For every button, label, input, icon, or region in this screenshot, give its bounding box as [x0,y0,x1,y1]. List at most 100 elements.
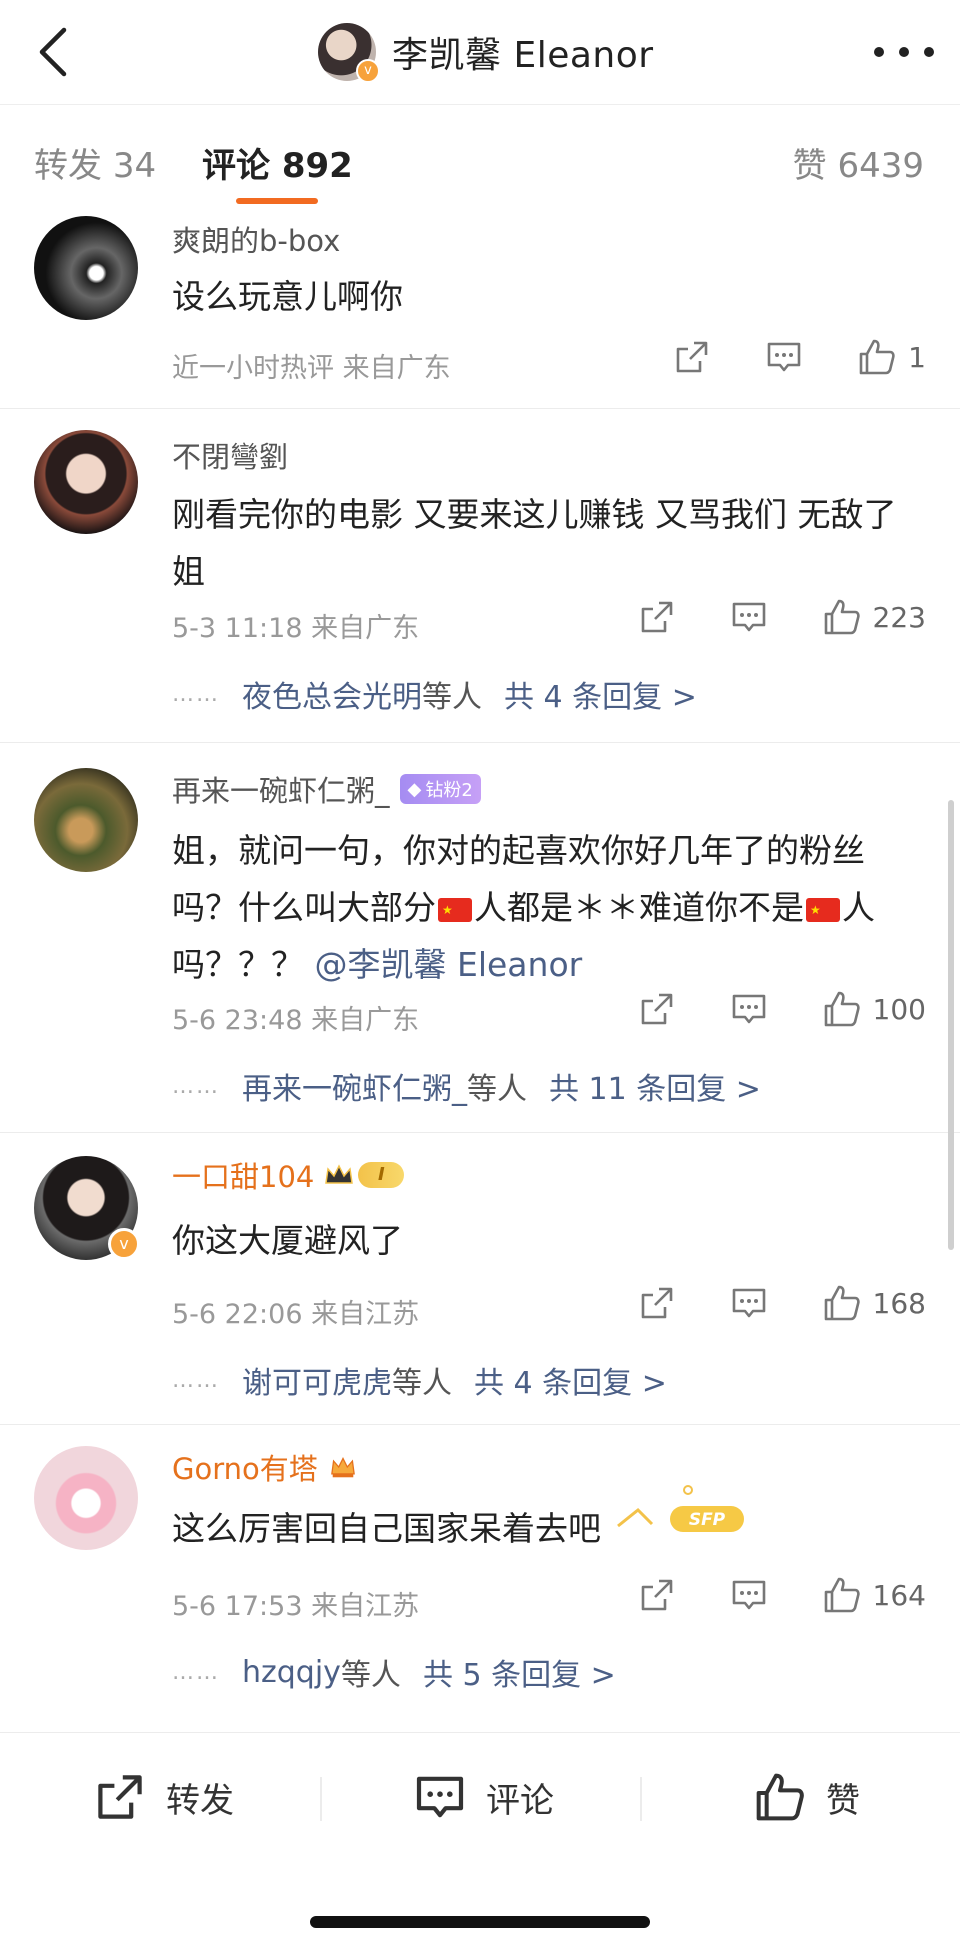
repost-action[interactable] [637,1575,677,1615]
comment-username[interactable]: 再来一碗虾仁粥_ ◆ 钻粉2 [172,768,481,810]
verified-badge-icon: v [356,59,380,83]
comment-action[interactable] [729,597,769,637]
tab-active-indicator [236,198,318,204]
comment-icon [732,1288,765,1318]
share-icon [641,1287,672,1319]
comment-action[interactable] [729,1575,769,1615]
comment-meta: 5-6 17:53 来自江苏 [172,1591,420,1622]
comment-icon [732,1580,765,1610]
comment-text: 这么厉害回自己国家呆着去吧 [172,1509,601,1548]
mention-link[interactable]: @李凯馨 Eleanor [315,945,583,984]
like-action[interactable]: 100 [821,988,926,1030]
repost-button[interactable]: 转发 [92,1769,234,1825]
like-count: 164 [872,1578,926,1612]
avatar[interactable] [34,768,138,872]
repost-action[interactable] [637,989,677,1029]
divider [320,1777,322,1821]
comment-username[interactable]: 一口甜104 I [172,1154,405,1196]
chevron-left-icon [39,27,67,77]
comment-button-label: 评论 [486,1780,554,1821]
like-action[interactable]: 1 [856,336,926,378]
reply-total[interactable]: 共 4 条回复 > [504,672,697,716]
reply-etc: 等人 [340,1658,401,1693]
comment-meta: 5-3 11:18 来自广东 [172,613,420,644]
bottom-action-bar: 转发 评论 赞 [0,1732,960,1863]
like-action[interactable]: 164 [821,1574,926,1616]
comment-actions: 168 [585,1282,926,1324]
reply-summary[interactable]: …… 夜色总会光明 等人 共 4 条回复 > [172,672,697,716]
avatar[interactable]: v [34,1156,140,1260]
member-badge: I [324,1162,405,1188]
back-button[interactable] [26,22,86,82]
fan-level-badge: ◆ 钻粉2 [399,774,481,804]
comment-item: 爽朗的b-box 设么玩意儿啊你 近一小时热评 来自广东 1 [0,212,960,409]
reply-etc: 等人 [392,1366,452,1401]
sticker-label: SFP [689,1510,726,1530]
repost-action[interactable] [637,597,677,637]
reply-summary[interactable]: …… hzqqjy 等人 共 5 条回复 > [172,1650,616,1694]
comment-item: v 一口甜104 I 你这大厦避风了 5-6 22:06 来自江苏 168 …… … [0,1132,960,1425]
page-title: 李凯馨 Eleanor [392,35,654,76]
comment-icon [732,994,765,1024]
thumbs-up-icon [824,1577,860,1613]
reply-user[interactable]: 夜色总会光明 [242,672,422,716]
thumbs-up-icon [824,1285,860,1321]
home-indicator[interactable] [310,1916,650,1928]
comment-action[interactable] [764,337,804,377]
divider [640,1777,642,1821]
tab-like[interactable]: 赞 6439 [793,138,924,187]
reply-user[interactable]: 谢可可虎虎 [242,1358,392,1402]
comment-item: Gorno有塔 这么厉害回自己国家呆着去吧 SFP 5-6 17:53 来自江苏… [0,1424,960,1732]
verified-badge-icon: v [108,1228,140,1260]
comment-meta: 5-6 22:06 来自江苏 [172,1299,420,1330]
reply-total[interactable]: 共 5 条回复 > [423,1650,616,1694]
comment-username-text: 一口甜104 [172,1160,315,1194]
tab-like-label: 赞 [792,146,827,186]
crown-icon [325,1164,354,1184]
comment-action[interactable] [729,1283,769,1323]
comment-username[interactable]: 爽朗的b-box [172,218,340,260]
comment-button[interactable]: 评论 [412,1769,554,1825]
avatar[interactable] [34,430,138,534]
thumbs-up-icon [859,339,895,375]
tab-repost[interactable]: 转发 34 [34,138,156,187]
reply-total[interactable]: 共 4 条回复 > [474,1358,667,1402]
reply-user[interactable]: 再来一碗虾仁粥_ [242,1064,467,1108]
comment-text: 姐，就问一句，你对的起喜欢你好几年了的粉丝吗？什么叫大部分 ★ 人都是＊＊难道你不是… [172,822,922,993]
like-button-label: 赞 [826,1780,860,1821]
like-count: 223 [872,600,926,634]
reply-summary[interactable]: …… 谢可可虎虎 等人 共 4 条回复 > [172,1358,667,1402]
reply-total[interactable]: 共 11 条回复 > [549,1064,761,1108]
avatar[interactable] [34,1446,138,1550]
thumbs-up-icon [756,1773,804,1821]
like-action[interactable]: 223 [821,596,926,638]
thumbs-up-icon [824,599,860,635]
comment-username[interactable]: 不閉彎劉 [172,434,288,476]
avatar[interactable] [34,216,138,320]
comment-username-text: Gorno有塔 [172,1452,318,1486]
avatar[interactable]: v [318,23,380,83]
reply-user[interactable]: hzqqjy [242,1655,341,1690]
scrollbar[interactable] [948,800,954,1250]
tab-comment[interactable]: 评论 892 [202,138,353,187]
repost-button-label: 转发 [166,1780,234,1821]
comment-action[interactable] [729,989,769,1029]
reply-dots: …… [172,681,220,707]
repost-action[interactable] [637,1283,677,1323]
diamond-icon: ◆ [407,778,422,800]
share-icon [641,993,672,1025]
comment-text-part: 人都是＊＊难道你不是 [474,888,804,927]
like-count: 100 [872,992,926,1026]
repost-action[interactable] [672,337,712,377]
comment-actions: 223 [585,596,926,638]
like-action[interactable]: 168 [821,1282,926,1324]
tab-repost-count: 34 [112,146,157,186]
comment-actions: 1 [620,336,926,378]
more-button[interactable] [874,40,934,64]
tab-comment-label: 评论 [202,146,270,186]
comment-username[interactable]: Gorno有塔 [172,1446,358,1488]
like-button[interactable]: 赞 [752,1769,860,1825]
post-author[interactable]: v 李凯馨 Eleanor [318,20,654,84]
reply-summary[interactable]: …… 再来一碗虾仁粥_ 等人 共 11 条回复 > [172,1064,761,1108]
member-badge [328,1455,358,1479]
